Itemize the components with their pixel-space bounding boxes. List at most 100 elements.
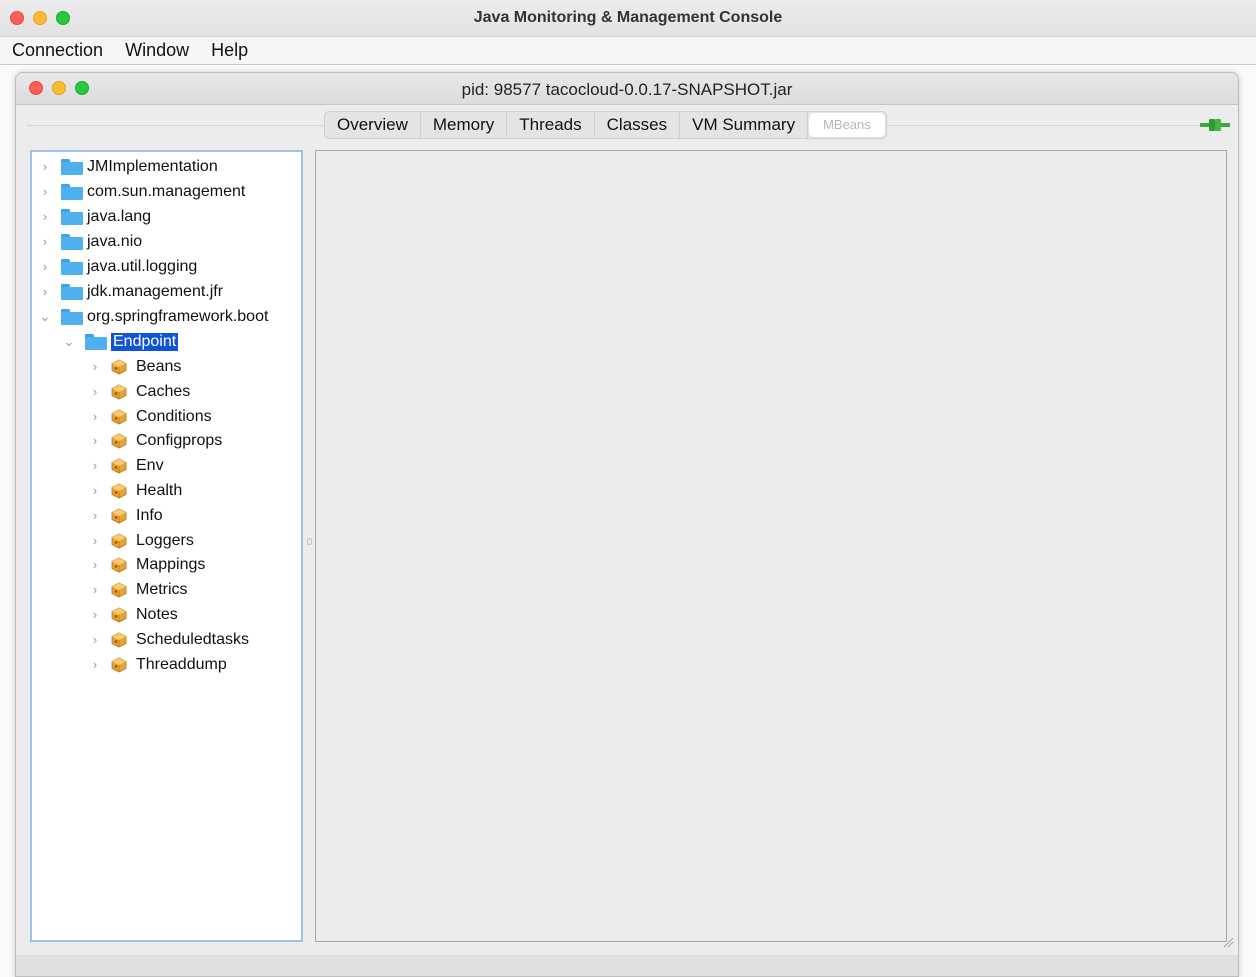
chevron-right-icon[interactable]: › — [38, 260, 52, 274]
tab-threads[interactable]: Threads — [507, 112, 595, 138]
tree-node-domain[interactable]: › jdk.management.jfr — [38, 280, 223, 304]
chevron-right-icon[interactable]: › — [88, 360, 102, 374]
frame-bottom-strip — [16, 955, 1238, 976]
tree-node-label: Conditions — [136, 407, 212, 425]
chevron-down-icon[interactable]: ⌄ — [62, 335, 76, 349]
tree-node-domain[interactable]: › java.util.logging — [38, 255, 197, 279]
mbean-icon — [111, 384, 127, 400]
tree-node-mbean[interactable]: › Scheduledtasks — [88, 628, 249, 652]
menu-connection[interactable]: Connection — [12, 40, 103, 61]
chevron-right-icon[interactable]: › — [88, 533, 102, 548]
mbean-icon — [111, 483, 127, 499]
tree-node-label-selected: Endpoint — [111, 333, 179, 351]
chevron-right-icon[interactable]: › — [88, 484, 102, 498]
tree-node-mbean[interactable]: › Health — [88, 479, 182, 503]
chevron-right-icon[interactable]: › — [88, 608, 102, 622]
mbean-details-panel — [315, 150, 1227, 942]
tab-bar: Overview Memory Threads Classes VM Summa… — [324, 111, 887, 139]
chevron-right-icon[interactable]: › — [88, 632, 102, 647]
connected-plug-icon[interactable] — [1200, 118, 1230, 132]
tree-node-label: Configprops — [136, 432, 223, 450]
tree-node-mbean[interactable]: › Env — [88, 454, 164, 478]
chevron-right-icon[interactable]: › — [38, 285, 52, 299]
tree-node-domain[interactable]: › java.lang — [38, 205, 151, 229]
folder-icon — [61, 184, 83, 200]
chevron-right-icon[interactable]: › — [38, 160, 52, 174]
tree-node-label: org.springframework.boot — [87, 308, 269, 325]
chevron-right-icon[interactable]: › — [88, 409, 102, 424]
tree-node-label: Info — [136, 506, 163, 524]
tree-node-domain[interactable]: › java.nio — [38, 230, 142, 254]
tree-node-endpoint[interactable]: ⌄ Endpoint — [62, 330, 179, 354]
folder-icon — [61, 159, 83, 175]
tree-node-mbean[interactable]: › Caches — [88, 380, 190, 404]
tree-node-label: java.lang — [87, 208, 152, 225]
tree-node-mbean[interactable]: › Metrics — [88, 578, 188, 602]
tree-node-mbean[interactable]: › Loggers — [88, 529, 194, 553]
split-pane-divider[interactable] — [307, 538, 312, 545]
tab-vm-summary[interactable]: VM Summary — [680, 112, 809, 138]
chevron-right-icon[interactable]: › — [38, 185, 52, 199]
folder-icon — [61, 309, 83, 325]
tree-node-label: Loggers — [136, 531, 194, 549]
chevron-right-icon[interactable]: › — [88, 459, 102, 473]
folder-icon — [61, 284, 83, 300]
mbean-icon — [111, 533, 127, 549]
tab-classes[interactable]: Classes — [595, 112, 681, 138]
folder-icon — [61, 209, 83, 225]
mbean-icon — [111, 433, 127, 449]
mbean-icon — [111, 657, 127, 673]
chevron-right-icon[interactable]: › — [88, 583, 102, 597]
tab-memory[interactable]: Memory — [421, 112, 508, 138]
app-title: Java Monitoring & Management Console — [473, 9, 783, 26]
folder-icon — [61, 234, 83, 250]
chevron-right-icon[interactable]: › — [88, 558, 102, 572]
tree-node-mbean[interactable]: › Threaddump — [88, 653, 227, 677]
chevron-right-icon[interactable]: › — [38, 235, 52, 249]
chevron-right-icon[interactable]: › — [88, 508, 102, 523]
chevron-right-icon[interactable]: › — [88, 434, 102, 448]
menu-help[interactable]: Help — [211, 40, 248, 61]
tree-node-label: Notes — [136, 606, 178, 623]
mbean-icon — [111, 409, 127, 425]
tree-node-domain[interactable]: › com.sun.management — [38, 180, 245, 204]
mbean-icon — [111, 607, 127, 623]
desktop-pane: pid: 98577 tacocloud-0.0.17-SNAPSHOT.jar… — [0, 66, 1256, 977]
resize-grip-icon[interactable] — [1222, 936, 1234, 948]
folder-icon — [85, 334, 107, 350]
tree-node-mbean[interactable]: › Notes — [88, 603, 178, 627]
app-titlebar: Java Monitoring & Management Console — [0, 0, 1256, 37]
tree-node-mbean[interactable]: › Configprops — [88, 429, 222, 453]
chevron-down-icon[interactable]: ⌄ — [38, 310, 52, 324]
chevron-right-icon[interactable]: › — [88, 657, 102, 672]
mbean-icon — [111, 632, 127, 648]
tree-node-mbean[interactable]: › Beans — [88, 355, 182, 379]
tree-node-domain[interactable]: ⌄ org.springframework.boot — [38, 305, 268, 329]
tree-node-label: Scheduledtasks — [136, 630, 249, 648]
mbean-icon — [111, 458, 127, 474]
tree-node-label: JMImplementation — [87, 158, 218, 175]
tree-node-label: Metrics — [136, 581, 188, 599]
mbean-tree-panel[interactable]: › JMImplementation › com.sun.management … — [30, 150, 303, 942]
mbean-icon — [111, 582, 127, 598]
chevron-right-icon[interactable]: › — [88, 384, 102, 399]
frame-title: pid: 98577 tacocloud-0.0.17-SNAPSHOT.jar — [461, 80, 793, 99]
menubar: Connection Window Help — [0, 37, 1256, 65]
tab-overview[interactable]: Overview — [325, 112, 421, 138]
tab-mbeans[interactable]: MBeans — [809, 113, 885, 137]
tree-node-mbean[interactable]: › Conditions — [88, 405, 212, 429]
chevron-right-icon[interactable]: › — [38, 210, 52, 224]
mbean-icon — [111, 508, 127, 524]
connection-internal-frame: pid: 98577 tacocloud-0.0.17-SNAPSHOT.jar… — [15, 72, 1239, 977]
tree-node-label: java.nio — [87, 233, 143, 250]
tree-node-mbean[interactable]: › Mappings — [88, 553, 206, 577]
tree-node-label: java.util.logging — [87, 258, 198, 275]
tree-node-label: jdk.management.jfr — [87, 283, 224, 300]
menu-window[interactable]: Window — [125, 40, 189, 61]
tree-node-label: Env — [136, 457, 164, 475]
tree-node-domain[interactable]: › JMImplementation — [38, 155, 218, 179]
mbean-icon — [111, 557, 127, 573]
tree-node-label: Mappings — [136, 556, 206, 574]
tree-node-mbean[interactable]: › Info — [88, 504, 163, 528]
mbean-icon — [111, 359, 127, 375]
